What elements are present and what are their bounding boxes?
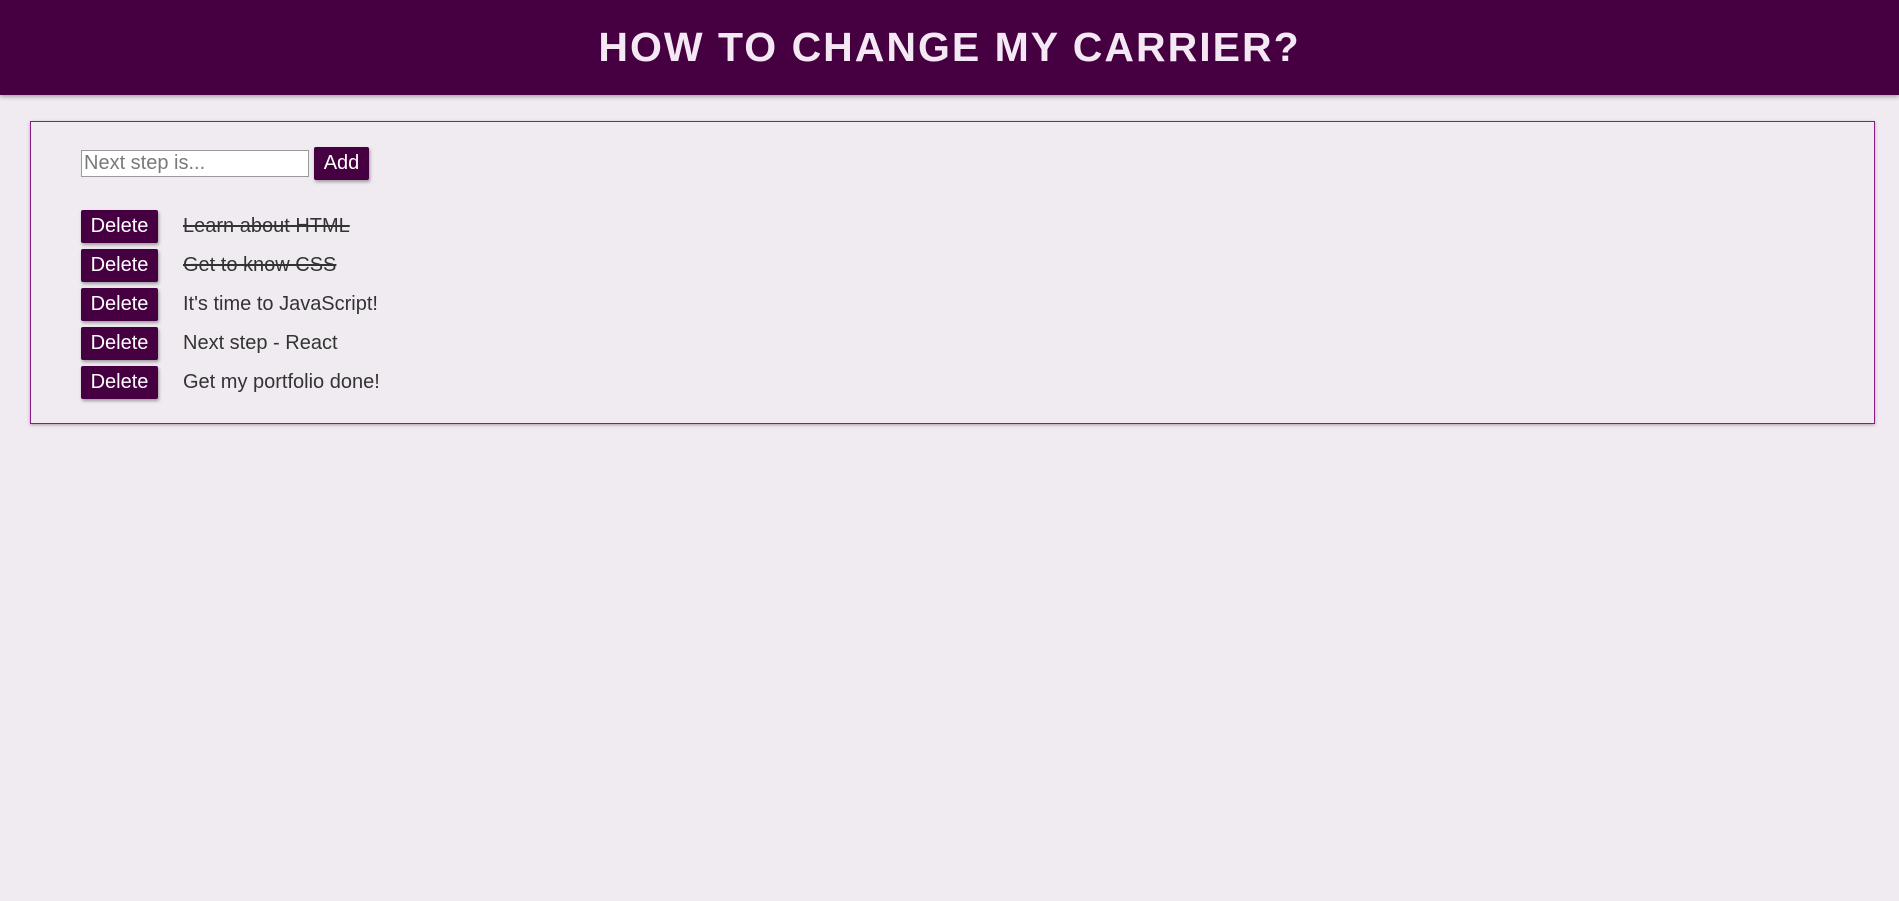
todo-panel: Add Delete Learn about HTML Delete Get t… [30, 121, 1875, 424]
add-step-form: Add [81, 147, 369, 180]
delete-button[interactable]: Delete [81, 327, 158, 360]
app-header: HOW TO CHANGE MY CARRIER? [0, 0, 1899, 95]
step-text[interactable]: Get to know CSS [183, 254, 336, 277]
step-text[interactable]: It's time to JavaScript! [183, 293, 378, 316]
steps-list: Delete Learn about HTML Delete Get to kn… [81, 207, 380, 402]
next-step-input[interactable] [81, 150, 309, 177]
add-button[interactable]: Add [314, 147, 369, 180]
step-text[interactable]: Get my portfolio done! [183, 371, 380, 394]
list-item: Delete It's time to JavaScript! [81, 285, 380, 324]
step-text[interactable]: Next step - React [183, 332, 338, 355]
delete-button[interactable]: Delete [81, 366, 158, 399]
list-item: Delete Get my portfolio done! [81, 363, 380, 402]
step-text[interactable]: Learn about HTML [183, 215, 350, 238]
page-title: HOW TO CHANGE MY CARRIER? [598, 24, 1301, 70]
list-item: Delete Next step - React [81, 324, 380, 363]
delete-button[interactable]: Delete [81, 249, 158, 282]
delete-button[interactable]: Delete [81, 288, 158, 321]
delete-button[interactable]: Delete [81, 210, 158, 243]
list-item: Delete Get to know CSS [81, 246, 380, 285]
list-item: Delete Learn about HTML [81, 207, 380, 246]
